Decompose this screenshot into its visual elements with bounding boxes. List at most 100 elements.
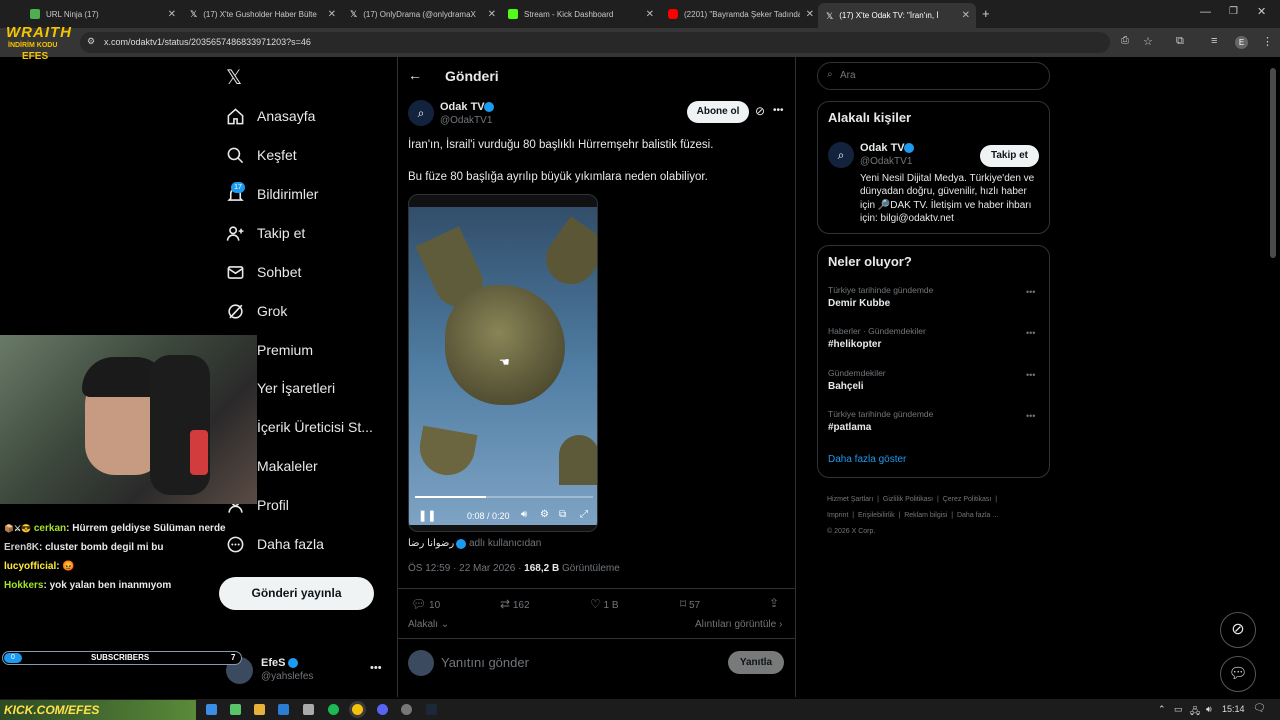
- grok-icon[interactable]: ⊘: [755, 104, 765, 118]
- trend-name[interactable]: Bahçeli: [828, 381, 864, 392]
- reply-input[interactable]: Yanıtını gönder: [441, 655, 529, 670]
- media-icon[interactable]: ≡: [1211, 35, 1217, 47]
- pip-icon[interactable]: ⧉: [559, 509, 566, 520]
- share-icon[interactable]: ⇪: [769, 596, 779, 610]
- author-name[interactable]: Odak TV: [440, 101, 485, 113]
- new-tab-icon[interactable]: +: [982, 6, 990, 21]
- trend-more-icon[interactable]: •••: [1026, 370, 1035, 380]
- taskbar-app-icon[interactable]: [303, 704, 314, 715]
- follow-button[interactable]: Takip et: [980, 145, 1039, 167]
- search-placeholder: Ara: [840, 70, 856, 81]
- video-source-name[interactable]: رضوانا رضا: [408, 538, 454, 549]
- footer-link[interactable]: Erişilebilirlik: [858, 512, 895, 519]
- footer-link[interactable]: Imprint: [827, 512, 848, 519]
- network-icon[interactable]: 🖧: [1190, 704, 1200, 720]
- close-icon[interactable]: ✕: [328, 9, 336, 20]
- spotify-icon[interactable]: [328, 704, 339, 715]
- scrollbar[interactable]: [1270, 68, 1276, 258]
- extensions-icon[interactable]: ⧉: [1176, 35, 1184, 48]
- more-icon[interactable]: •••: [773, 105, 784, 116]
- chrome-icon[interactable]: [352, 704, 363, 715]
- chat-fab-icon[interactable]: 💬︎: [1220, 656, 1256, 692]
- video-player[interactable]: ☚ ❚❚ 0:08 / 0:20 🔊︎ ⚙ ⧉ ⤢: [408, 194, 598, 532]
- volume-icon[interactable]: 🔊︎: [521, 509, 527, 520]
- nav-grok[interactable]: Grok: [226, 296, 287, 326]
- browser-tab-6-active[interactable]: 𝕏 (17) X'te Odak TV: "İran'ın, İ ✕: [818, 3, 976, 28]
- footer-link[interactable]: Daha fazla ...: [957, 512, 998, 519]
- profile-avatar[interactable]: E: [1235, 36, 1248, 49]
- folder-icon[interactable]: [254, 704, 265, 715]
- repost-stat[interactable]: ⇄ 162: [500, 597, 530, 611]
- footer-link[interactable]: Hizmet Şartları: [827, 496, 873, 503]
- browser-tab-1[interactable]: URL Ninja (17) ✕: [22, 3, 182, 25]
- subscribe-button[interactable]: Abone ol: [687, 101, 749, 123]
- nav-home[interactable]: Anasayfa: [226, 101, 315, 131]
- close-icon[interactable]: ✕: [806, 9, 814, 20]
- close-icon[interactable]: ✕: [962, 10, 970, 21]
- minimize-icon[interactable]: —: [1200, 6, 1211, 18]
- reply-stat[interactable]: 💬︎ 10: [411, 597, 440, 611]
- nav-messages[interactable]: Sohbet: [226, 257, 301, 287]
- close-icon[interactable]: ✕: [488, 9, 496, 20]
- close-icon[interactable]: ✕: [646, 9, 654, 20]
- footer-link[interactable]: Gizlilik Politikası: [883, 496, 933, 503]
- browser-tab-5[interactable]: (2201) "Bayramda Şeker Tadında ✕: [660, 3, 820, 25]
- video-progress-track[interactable]: [415, 496, 593, 498]
- site-info-icon[interactable]: ⚙: [87, 36, 95, 47]
- nav-more[interactable]: Daha fazla: [226, 529, 324, 559]
- footer-link[interactable]: Çerez Politikası: [943, 496, 992, 503]
- taskbar-app-icon[interactable]: [278, 704, 289, 715]
- steam-icon[interactable]: [426, 704, 437, 715]
- restore-icon[interactable]: ❐: [1229, 6, 1238, 17]
- trend-name[interactable]: Demir Kubbe: [828, 298, 890, 309]
- install-icon[interactable]: ⎙: [1121, 35, 1129, 46]
- fullscreen-icon[interactable]: ⤢: [580, 509, 588, 520]
- person-name[interactable]: Odak TV: [860, 142, 905, 154]
- pause-icon[interactable]: ❚❚: [418, 509, 436, 522]
- taskbar-app-icon[interactable]: [401, 704, 412, 715]
- trend-more-icon[interactable]: •••: [1026, 287, 1035, 297]
- footer-link[interactable]: Reklam bilgisi: [904, 512, 947, 519]
- tray-chevron-icon[interactable]: ⌃: [1158, 704, 1166, 715]
- clock[interactable]: 15:14: [1222, 704, 1245, 714]
- like-stat[interactable]: ♡ 1 B: [590, 597, 619, 611]
- person-avatar[interactable]: ⌕: [828, 142, 854, 168]
- discord-icon[interactable]: [377, 704, 388, 715]
- trend-name[interactable]: #patlama: [828, 422, 871, 433]
- trend-name[interactable]: #helikopter: [828, 339, 881, 350]
- trend-more-icon[interactable]: •••: [1026, 411, 1035, 421]
- post-button[interactable]: Gönderi yayınla: [219, 577, 374, 610]
- back-arrow-icon[interactable]: ←: [408, 67, 422, 83]
- repost-icon: ⇄: [500, 597, 511, 611]
- nav-explore[interactable]: Keşfet: [226, 140, 297, 170]
- star-icon[interactable]: ☆: [1143, 35, 1153, 48]
- nav-follow[interactable]: Takip et: [226, 218, 305, 248]
- kick-icon: [508, 9, 518, 19]
- trend-more-icon[interactable]: •••: [1026, 328, 1035, 338]
- browser-tab-3[interactable]: 𝕏 (17) OnlyDrama (@onlydramaX ✕: [342, 3, 502, 25]
- author-avatar[interactable]: ⌕: [408, 100, 434, 126]
- notifications-icon[interactable]: 🗨︎: [1253, 703, 1266, 714]
- volume-icon[interactable]: 🔊︎: [1206, 704, 1212, 715]
- window-close-icon[interactable]: ✕: [1257, 5, 1266, 18]
- show-more-link[interactable]: Daha fazla göster: [828, 454, 906, 465]
- footer-links: Hizmet Şartları | Gizlilik Politikası | …: [827, 496, 999, 535]
- menu-icon[interactable]: ⋮: [1262, 35, 1273, 48]
- close-icon[interactable]: ✕: [168, 9, 176, 20]
- settings-icon[interactable]: ⚙: [540, 509, 549, 520]
- taskbar-app-icon[interactable]: [230, 704, 241, 715]
- account-menu-icon[interactable]: •••: [370, 662, 382, 674]
- view-quotes-link[interactable]: Alıntıları görüntüle ›: [695, 619, 782, 630]
- x-logo-icon[interactable]: 𝕏: [226, 65, 242, 90]
- sort-relevant[interactable]: Alakalı ⌄: [408, 619, 449, 630]
- taskbar-app-icon[interactable]: [206, 704, 217, 715]
- address-bar[interactable]: x.com/odaktv1/status/2035657486833971203…: [80, 32, 1110, 53]
- browser-tab-2[interactable]: 𝕏 (17) X'te Gusholder Haber Bülte ✕: [182, 3, 342, 25]
- browser-tab-4[interactable]: Stream - Kick Dashboard ✕: [500, 3, 660, 25]
- warheads-cluster: [445, 285, 565, 405]
- reply-button[interactable]: Yanıtla: [728, 651, 784, 674]
- bookmark-stat[interactable]: ⌑ 57: [680, 597, 700, 611]
- tray-icon[interactable]: ▭: [1174, 704, 1183, 715]
- verified-icon: [288, 658, 298, 668]
- grok-fab-icon[interactable]: ⊘: [1220, 612, 1256, 648]
